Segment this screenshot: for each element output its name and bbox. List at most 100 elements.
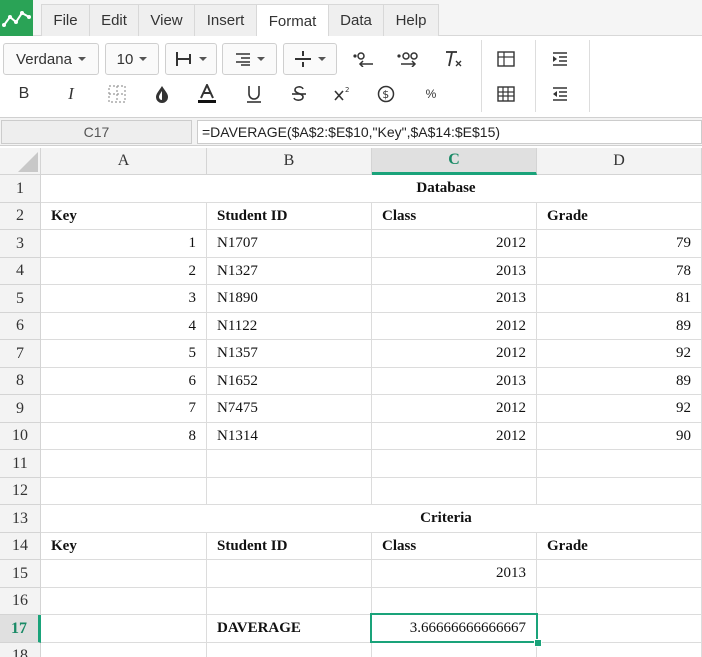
empty-cell[interactable] (537, 560, 702, 588)
table-cell[interactable]: N7475 (207, 395, 372, 423)
table-cell[interactable]: 79 (537, 230, 702, 258)
strikethrough-button[interactable] (284, 80, 314, 108)
menu-data[interactable]: Data (328, 4, 384, 36)
menu-insert[interactable]: Insert (194, 4, 257, 36)
percent-format-button[interactable]: % (416, 80, 446, 108)
table-cell[interactable]: 6 (41, 368, 207, 395)
row-header[interactable]: 1 (0, 175, 41, 203)
table-cell[interactable]: 2 (41, 258, 207, 285)
empty-cell[interactable] (372, 450, 537, 478)
cell-reference-box[interactable]: C17 (1, 120, 192, 144)
fill-handle[interactable] (534, 639, 542, 647)
criteria-class-cell[interactable]: 2013 (372, 560, 537, 588)
insert-table-button[interactable] (490, 45, 522, 73)
empty-cell[interactable] (372, 478, 537, 505)
column-header-b[interactable]: B (207, 148, 372, 175)
table-cell[interactable]: 5 (41, 340, 207, 368)
indent-button[interactable] (544, 45, 576, 73)
empty-cell[interactable] (537, 615, 702, 643)
decrease-decimal-button[interactable] (347, 45, 379, 73)
menu-view[interactable]: View (138, 4, 195, 36)
font-size-select[interactable]: 10 (105, 43, 159, 75)
table-cell[interactable]: 78 (537, 258, 702, 285)
vertical-align-button[interactable] (283, 43, 337, 75)
column-header-a[interactable]: A (41, 148, 207, 175)
empty-cell[interactable] (537, 588, 702, 615)
menu-file[interactable]: File (41, 4, 90, 36)
daverage-result-cell[interactable]: 3.66666666666667 (372, 615, 537, 643)
bold-button[interactable]: B (9, 80, 39, 108)
table-cell[interactable]: N1314 (207, 423, 372, 450)
empty-cell[interactable] (41, 560, 207, 588)
table-cell[interactable]: N1707 (207, 230, 372, 258)
horizontal-align-button[interactable] (165, 43, 217, 75)
row-header[interactable]: 2 (0, 203, 41, 230)
row-header[interactable]: 3 (0, 230, 41, 258)
empty-cell[interactable] (207, 588, 372, 615)
formula-input[interactable]: =DAVERAGE($A$2:$E$10,"Key",$A$14:$E$15) (197, 120, 702, 144)
empty-cell[interactable] (207, 560, 372, 588)
row-header[interactable]: 8 (0, 368, 41, 395)
row-header[interactable]: 13 (0, 505, 41, 533)
table-cell[interactable]: N1890 (207, 285, 372, 313)
table-cell[interactable]: N1122 (207, 313, 372, 340)
table-cell[interactable]: N1652 (207, 368, 372, 395)
empty-cell[interactable] (207, 450, 372, 478)
table-cell[interactable]: 2012 (372, 230, 537, 258)
empty-cell[interactable] (207, 478, 372, 505)
empty-cell[interactable] (41, 588, 207, 615)
empty-cell[interactable] (537, 643, 702, 657)
column-header-d[interactable]: D (537, 148, 702, 175)
outdent-button[interactable] (544, 80, 576, 108)
table-cell[interactable]: 92 (537, 340, 702, 368)
row-header[interactable]: 11 (0, 450, 41, 478)
row-header[interactable]: 4 (0, 258, 41, 285)
table-cell[interactable]: 2012 (372, 340, 537, 368)
header-cell-grade[interactable]: Grade (537, 203, 702, 230)
fill-color-button[interactable] (147, 80, 177, 108)
table-cell[interactable]: 81 (537, 285, 702, 313)
clear-format-button[interactable] (437, 45, 469, 73)
table-cell[interactable]: N1327 (207, 258, 372, 285)
row-header[interactable]: 6 (0, 313, 41, 340)
menu-help[interactable]: Help (383, 4, 439, 36)
increase-decimal-button[interactable] (392, 45, 424, 73)
table-cell[interactable]: 2012 (372, 395, 537, 423)
empty-cell[interactable] (207, 643, 372, 657)
daverage-label-cell[interactable]: DAVERAGE (207, 615, 372, 643)
table-cell[interactable]: 4 (41, 313, 207, 340)
select-all-corner[interactable] (0, 148, 41, 175)
table-cell[interactable]: 89 (537, 313, 702, 340)
table-cell[interactable]: 2013 (372, 368, 537, 395)
criteria-title-cell[interactable]: Criteria (41, 505, 702, 533)
empty-cell[interactable] (41, 478, 207, 505)
row-header[interactable]: 14 (0, 533, 41, 560)
borders-button[interactable] (102, 80, 132, 108)
row-header[interactable]: 18 (0, 643, 41, 657)
italic-button[interactable]: I (56, 80, 86, 108)
table-cell[interactable]: 2012 (372, 423, 537, 450)
column-header-c[interactable]: C (372, 148, 537, 175)
row-header[interactable]: 12 (0, 478, 41, 505)
row-header[interactable]: 17 (0, 615, 41, 643)
empty-cell[interactable] (537, 450, 702, 478)
text-color-button[interactable] (192, 80, 222, 108)
currency-format-button[interactable]: $ (371, 80, 401, 108)
header-cell-class[interactable]: Class (372, 203, 537, 230)
table-cell[interactable]: 2013 (372, 285, 537, 313)
row-header[interactable]: 10 (0, 423, 41, 450)
row-header[interactable]: 16 (0, 588, 41, 615)
row-header[interactable]: 5 (0, 285, 41, 313)
empty-cell[interactable] (41, 615, 207, 643)
empty-cell[interactable] (372, 643, 537, 657)
table-cell[interactable]: 89 (537, 368, 702, 395)
table-cell[interactable]: 92 (537, 395, 702, 423)
superscript-button[interactable]: 2 (327, 80, 357, 108)
table-cell[interactable]: 7 (41, 395, 207, 423)
table-cell[interactable]: 2012 (372, 313, 537, 340)
criteria-header-class[interactable]: Class (372, 533, 537, 560)
row-header[interactable]: 9 (0, 395, 41, 423)
criteria-header-key[interactable]: Key (41, 533, 207, 560)
row-header[interactable]: 15 (0, 560, 41, 588)
row-header[interactable]: 7 (0, 340, 41, 368)
